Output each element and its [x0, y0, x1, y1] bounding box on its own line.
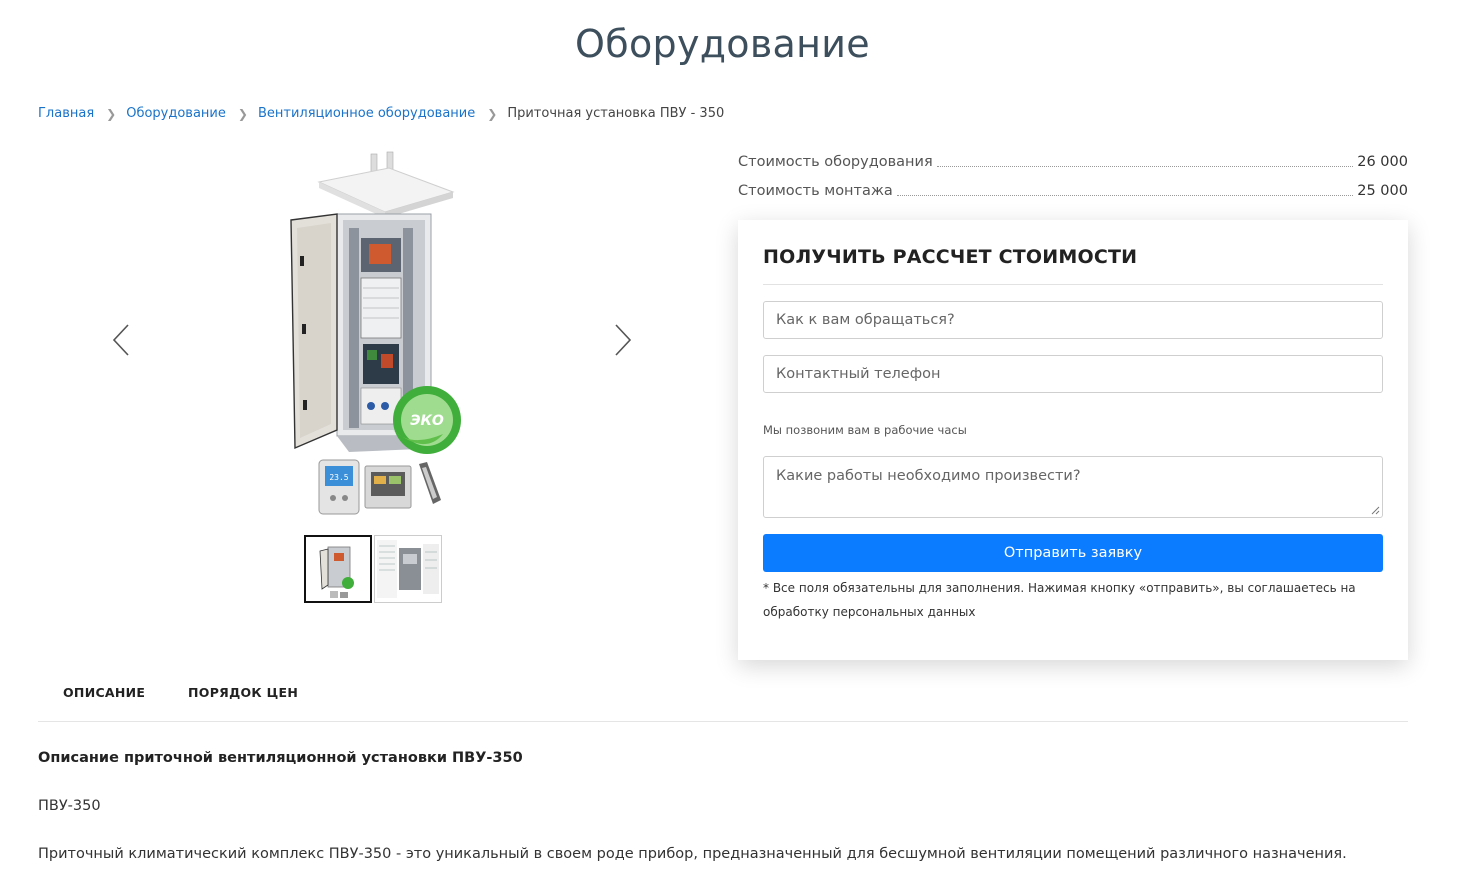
description-title: Описание приточной вентиляционной устано…	[38, 750, 523, 766]
price-row-equipment: Стоимость оборудования 26 000	[738, 154, 1408, 170]
breadcrumb-current: Приточная установка ПВУ - 350	[507, 106, 725, 121]
cost-request-form: ПОЛУЧИТЬ РАССЧЕТ СТОИМОСТИ Как к вам обр…	[738, 220, 1408, 660]
price-value: 25 000	[1357, 183, 1408, 199]
description-paragraph: Приточный климатический комплекс ПВУ-350…	[38, 846, 1347, 862]
price-value: 26 000	[1357, 154, 1408, 170]
price-leader-dots	[896, 195, 1354, 196]
controller-display-text: 23.5	[329, 473, 348, 482]
breadcrumb: Главная ❯ Оборудование ❯ Вентиляционное …	[38, 106, 724, 121]
price-leader-dots	[936, 166, 1354, 167]
chevron-right-icon: ❯	[106, 106, 117, 121]
thumbnail-image	[319, 546, 354, 598]
chevron-right-icon: ❯	[237, 106, 248, 121]
gallery-prev-button[interactable]	[112, 323, 132, 357]
price-label: Стоимость оборудования	[738, 154, 933, 170]
chevron-right-icon: ❯	[487, 106, 498, 121]
resize-handle-icon[interactable]	[1371, 506, 1380, 515]
eco-badge-text: ЭКО	[410, 413, 444, 429]
chevron-right-icon	[615, 324, 632, 356]
works-textarea[interactable]: Какие работы необходимо произвести?	[763, 456, 1383, 518]
gallery-next-button[interactable]	[612, 323, 632, 357]
breadcrumb-home-link[interactable]: Главная	[38, 106, 94, 121]
form-divider	[763, 284, 1383, 285]
page-title: Оборудование	[575, 22, 870, 66]
price-label: Стоимость монтажа	[738, 183, 893, 199]
call-hint: Мы позвоним вам в рабочие часы	[763, 423, 967, 437]
product-gallery: ЭКО 23.5	[100, 148, 650, 528]
tab-description[interactable]: ОПИСАНИЕ	[63, 685, 145, 700]
submit-button[interactable]: Отправить заявку	[763, 534, 1383, 572]
breadcrumb-ventilation-link[interactable]: Вентиляционное оборудование	[258, 106, 475, 121]
form-title: ПОЛУЧИТЬ РАССЧЕТ СТОИМОСТИ	[763, 246, 1138, 268]
tabs-bar: ОПИСАНИЕ ПОРЯДОК ЦЕН	[38, 684, 1408, 722]
name-input[interactable]: Как к вам обращаться?	[763, 301, 1383, 339]
thumbnail-2[interactable]	[374, 535, 442, 603]
form-note: * Все поля обязательны для заполнения. Н…	[763, 581, 1356, 619]
price-row-installation: Стоимость монтажа 25 000	[738, 183, 1408, 199]
thumbnail-image	[377, 540, 439, 598]
thumbnail-strip	[304, 535, 442, 603]
phone-input[interactable]: Контактный телефон	[763, 355, 1383, 393]
works-placeholder: Какие работы необходимо произвести?	[776, 468, 1081, 484]
description-paragraph: ПВУ-350	[38, 798, 101, 814]
product-image: ЭКО 23.5	[290, 151, 461, 515]
chevron-left-icon	[112, 324, 129, 356]
thumbnail-1[interactable]	[304, 535, 372, 603]
breadcrumb-equipment-link[interactable]: Оборудование	[126, 106, 226, 121]
tab-pricing[interactable]: ПОРЯДОК ЦЕН	[188, 685, 298, 700]
